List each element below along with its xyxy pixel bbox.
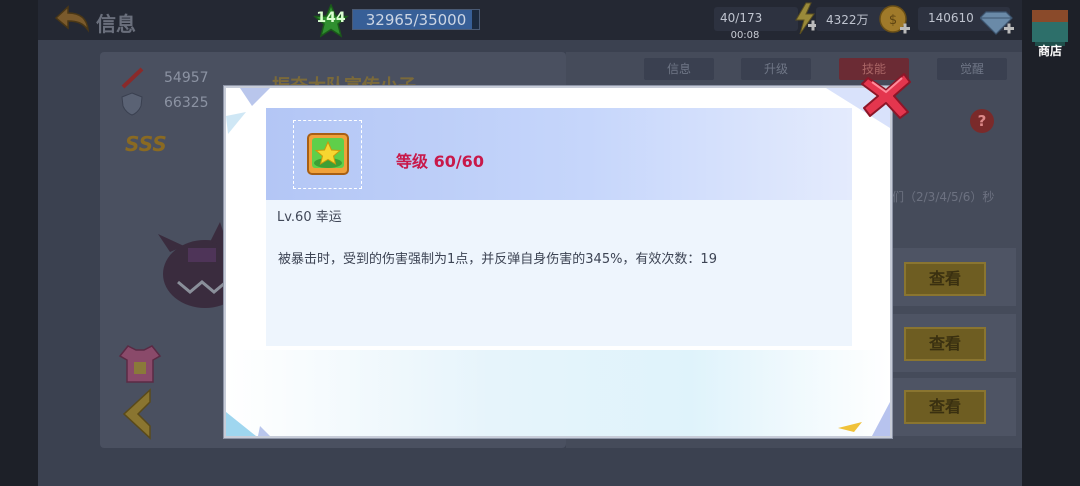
right-edge <box>1022 0 1080 486</box>
help-icon[interactable]: ? <box>970 109 994 133</box>
skill-detail-modal: 等级 60/60 Lv.60 幸运 被暴击时，受到的伤害强制为1点，并反弹自身伤… <box>224 86 892 438</box>
tab-info[interactable]: 信息 <box>644 58 714 80</box>
corner-shard-decoration <box>838 402 890 436</box>
rank-badge: SSS <box>125 132 167 156</box>
player-level: 144 <box>316 10 346 26</box>
stamina-timer: 00:08 <box>730 30 760 41</box>
stamina-value: 40/173 <box>720 11 763 25</box>
attack-value: 54957 <box>164 70 209 86</box>
diamond-icon[interactable] <box>980 6 1016 36</box>
defense-value: 66325 <box>164 95 209 111</box>
sword-icon <box>121 67 144 89</box>
skill-side-text: 们（2/3/4/5/6）秒 <box>892 190 995 204</box>
view-button[interactable]: 查看 <box>904 327 986 361</box>
skill-level-label: 等级 60/60 <box>396 152 484 171</box>
coin-icon[interactable]: $ <box>878 4 912 36</box>
close-icon[interactable] <box>860 70 914 122</box>
tab-awaken[interactable]: 觉醒 <box>937 58 1007 80</box>
view-button[interactable]: 查看 <box>904 262 986 296</box>
corner-shard-decoration <box>240 88 270 106</box>
back-arrow-icon[interactable] <box>52 4 92 34</box>
chevron-left-icon[interactable] <box>120 388 154 440</box>
corner-shard-decoration <box>226 412 270 436</box>
corner-shard-decoration <box>226 112 246 134</box>
skill-content-area <box>266 200 852 346</box>
outfit-icon[interactable] <box>118 344 162 384</box>
left-edge <box>0 0 38 486</box>
modal-footer-gradient <box>226 350 890 436</box>
clover-icon <box>307 133 349 175</box>
shop-label: 商店 <box>1037 44 1062 58</box>
shield-icon <box>121 92 143 116</box>
skill-description: 被暴击时，受到的伤害强制为1点，并反弹自身伤害的345%，有效次数：19 <box>278 252 717 267</box>
view-button[interactable]: 查看 <box>904 390 986 424</box>
stamina-box: 40/173 <box>714 7 798 31</box>
exp-bar: 32965/35000 <box>352 9 480 30</box>
exp-text: 32965/35000 <box>365 11 467 29</box>
skill-name: Lv.60 幸运 <box>277 210 342 225</box>
page-title: 信息 <box>96 12 136 36</box>
tab-upgrade[interactable]: 升级 <box>741 58 811 80</box>
gold-value: 4322万 <box>826 13 869 27</box>
svg-text:$: $ <box>889 13 897 28</box>
gem-value: 140610 <box>928 11 974 25</box>
